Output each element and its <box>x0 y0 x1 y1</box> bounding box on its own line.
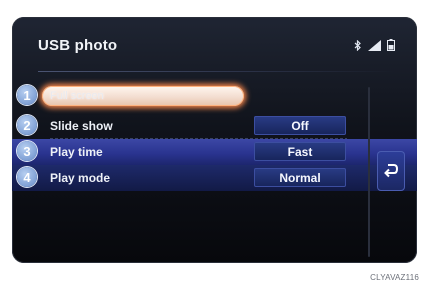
play-time-value: Fast <box>254 142 346 161</box>
callout-number-2: 2 <box>17 115 37 135</box>
figure-caption: CLYAVAZ116 <box>370 273 419 282</box>
scrollbar-track[interactable] <box>368 87 370 257</box>
menu-item-full-screen[interactable]: Full screen <box>12 83 417 109</box>
callout-number-1: 1 <box>17 85 37 105</box>
menu-item-label: Slide show <box>50 119 113 133</box>
menu-item-label: Play mode <box>50 171 111 185</box>
screen-title: USB photo <box>38 37 118 54</box>
play-mode-value: Normal <box>254 168 346 187</box>
slide-show-value: Off <box>254 116 346 135</box>
status-bar <box>354 39 395 51</box>
callout-number-4: 4 <box>17 167 37 187</box>
signal-strength-icon <box>368 39 381 51</box>
display-screen: USB photo Full screen Slide show Off Pla… <box>12 17 417 263</box>
bluetooth-icon <box>354 39 361 51</box>
return-arrow-icon <box>384 164 398 178</box>
back-button[interactable] <box>377 151 405 191</box>
menu-item-play-time[interactable]: Play time Fast <box>12 139 417 165</box>
menu-item-label: Play time <box>50 145 103 159</box>
menu-item-slide-show[interactable]: Slide show Off <box>12 113 417 139</box>
menu-item-label: Full screen <box>50 90 104 102</box>
title-separator <box>38 71 395 72</box>
callout-number-3: 3 <box>17 141 37 161</box>
menu-item-play-mode[interactable]: Play mode Normal <box>12 165 417 191</box>
battery-icon <box>387 39 395 51</box>
